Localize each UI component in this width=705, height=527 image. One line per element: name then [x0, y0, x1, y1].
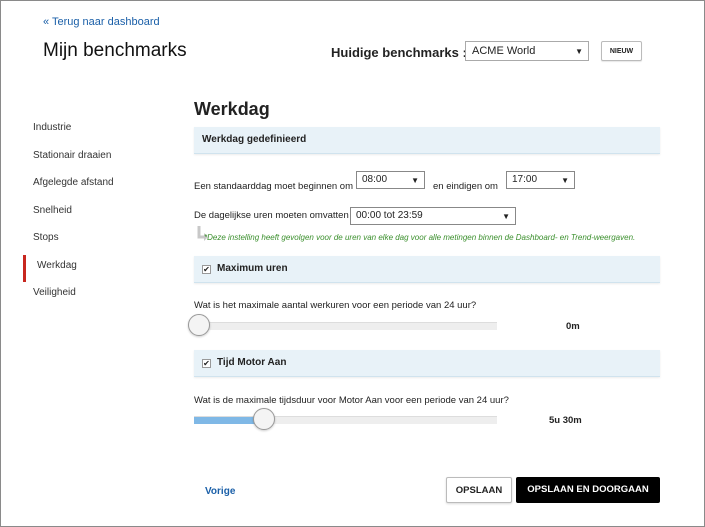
motor-on-value: 5u 30m — [549, 415, 582, 426]
max-hours-title: Maximum uren — [217, 263, 288, 274]
motor-on-panel-header: ✔ Tijd Motor Aan — [194, 350, 660, 377]
page-title: Mijn benchmarks — [43, 40, 187, 61]
sidebar-item-label: Stops — [33, 232, 59, 243]
motor-on-slider-track[interactable] — [194, 416, 497, 424]
start-time-value: 08:00 — [362, 174, 388, 185]
sidebar-item-stationair-draaien[interactable]: Stationair draaien — [23, 146, 173, 174]
sidebar-item-snelheid[interactable]: Snelheid — [23, 201, 173, 229]
motor-on-title: Tijd Motor Aan — [217, 357, 287, 368]
motor-on-question: Wat is de maximale tijdsduur voor Motor … — [194, 395, 509, 406]
settings-note: *Deze instelling heeft gevolgen voor de … — [204, 233, 636, 242]
save-button[interactable]: OPSLAAN — [446, 477, 512, 503]
new-benchmark-button[interactable]: NIEUW — [601, 41, 642, 61]
workday-panel-header: Werkdag gedefinieerd — [194, 127, 660, 154]
chevron-down-icon: ▼ — [575, 47, 583, 56]
sidebar-item-label: Veiligheid — [33, 287, 76, 298]
end-time-value: 17:00 — [512, 174, 538, 185]
end-time-label: en eindigen om — [433, 181, 498, 192]
max-hours-question: Wat is het maximale aantal werkuren voor… — [194, 300, 477, 311]
sidebar-item-label: Werkdag — [37, 259, 77, 271]
sidebar-item-label: Snelheid — [33, 204, 72, 216]
benchmark-label: Huidige benchmarks : — [331, 45, 467, 60]
section-title: Werkdag — [194, 99, 270, 119]
benchmark-select[interactable]: ACME World ▼ — [465, 41, 589, 61]
benchmark-select-value: ACME World — [472, 45, 536, 57]
previous-link[interactable]: Vorige — [205, 486, 235, 497]
sidebar-item-industrie[interactable]: Industrie — [23, 118, 173, 146]
start-time-label: Een standaarddag moet beginnen om — [194, 181, 353, 192]
back-to-dashboard-link[interactable]: « Terug naar dashboard — [43, 16, 160, 28]
max-hours-slider-handle[interactable] — [188, 314, 210, 336]
max-hours-checkbox[interactable]: ✔ — [202, 265, 211, 274]
sidebar-item-label: Industrie — [33, 122, 72, 133]
chevron-down-icon: ▼ — [411, 176, 419, 185]
daily-hours-value: 00:00 tot 23:59 — [356, 210, 423, 221]
motor-on-checkbox[interactable]: ✔ — [202, 359, 211, 368]
sidebar: Industrie Stationair draaien Afgelegde a… — [23, 118, 173, 311]
max-hours-panel-header: ✔ Maximum uren — [194, 256, 660, 283]
sidebar-item-afgelegde-afstand[interactable]: Afgelegde afstand — [23, 173, 173, 201]
chevron-down-icon: ▼ — [561, 176, 569, 185]
sidebar-item-veiligheid[interactable]: Veiligheid — [23, 283, 173, 311]
sidebar-item-label: Afgelegde afstand — [33, 177, 114, 188]
sidebar-item-stops[interactable]: Stops — [23, 228, 173, 256]
max-hours-slider-track[interactable] — [194, 322, 497, 330]
motor-on-slider-handle[interactable] — [252, 408, 275, 430]
sidebar-item-label: Stationair draaien — [33, 149, 112, 161]
sidebar-item-werkdag[interactable]: Werkdag — [23, 254, 173, 284]
daily-hours-select[interactable]: 00:00 tot 23:59 ▼ — [350, 207, 516, 225]
start-time-select[interactable]: 08:00 ▼ — [356, 171, 425, 189]
max-hours-value: 0m — [566, 321, 580, 332]
save-continue-button[interactable]: OPSLAAN EN DOORGAAN — [516, 477, 660, 503]
chevron-down-icon: ▼ — [502, 212, 510, 221]
end-time-select[interactable]: 17:00 ▼ — [506, 171, 575, 189]
daily-hours-label: De dagelijkse uren moeten omvatten — [194, 210, 349, 221]
